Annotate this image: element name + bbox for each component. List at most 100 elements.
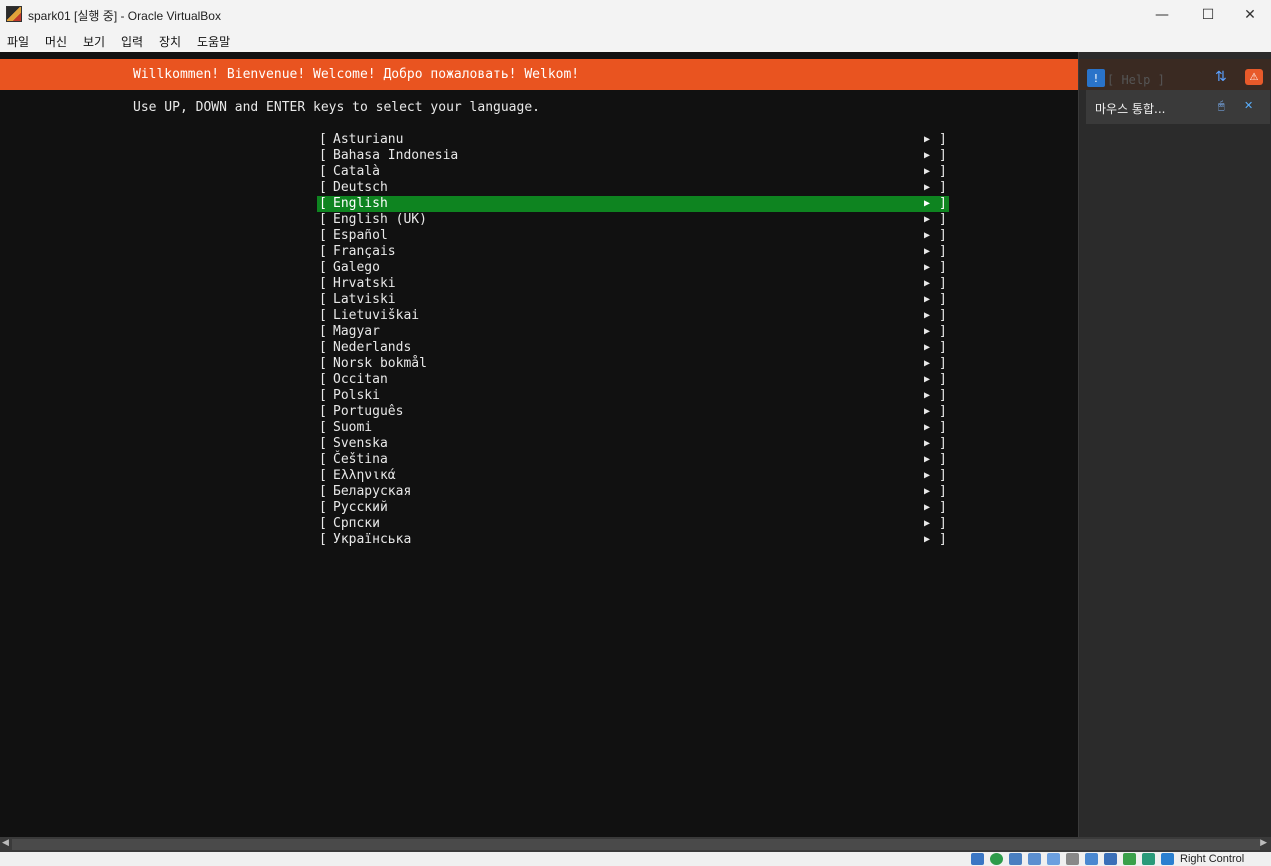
menu-file[interactable]: 파일 [7, 33, 29, 50]
language-option[interactable]: [Español ▶] [317, 228, 949, 244]
language-option[interactable]: [Galego ▶] [317, 260, 949, 276]
scroll-left-icon[interactable]: ◀ [2, 838, 9, 848]
submenu-arrow-icon: ▶ [924, 358, 931, 369]
menu-view[interactable]: 보기 [83, 33, 105, 50]
language-label: Српски [333, 516, 380, 531]
language-option[interactable]: [Lietuviškai ▶] [317, 308, 949, 324]
left-bracket: [ [319, 436, 327, 451]
left-bracket: [ [319, 180, 327, 195]
audio-icon[interactable] [1009, 853, 1022, 865]
language-option[interactable]: [Occitan ▶] [317, 372, 949, 388]
mouse-integration-icon[interactable] [1142, 853, 1155, 865]
mouse-integration-notification[interactable]: 마우스 통합... 🖱 ✕ [1086, 90, 1270, 124]
left-bracket: [ [319, 420, 327, 435]
network-icon[interactable] [1028, 853, 1041, 865]
language-option[interactable]: [Беларуская ▶] [317, 484, 949, 500]
submenu-arrow-icon: ▶ [924, 518, 931, 529]
cpu-icon[interactable] [1123, 853, 1136, 865]
ghost-help-text: [ Help ] [1107, 73, 1165, 87]
right-bracket: ] [939, 420, 947, 435]
language-label: Español [333, 228, 388, 243]
right-bracket: ] [939, 148, 947, 163]
menu-devices[interactable]: 장치 [159, 33, 181, 50]
optical-drive-icon[interactable] [990, 853, 1003, 865]
right-bracket: ] [939, 308, 947, 323]
language-option[interactable]: [Português ▶] [317, 404, 949, 420]
submenu-arrow-icon: ▶ [924, 438, 931, 449]
maximize-button[interactable]: ☐ [1185, 0, 1231, 30]
keyboard-icon[interactable] [1161, 853, 1174, 865]
language-option[interactable]: [Magyar ▶] [317, 324, 949, 340]
vm-display[interactable]: Willkommen! Bienvenue! Welcome! Добро по… [0, 52, 1078, 837]
usb-icon[interactable] [1047, 853, 1060, 865]
right-bracket: ] [939, 260, 947, 275]
language-label: Magyar [333, 324, 380, 339]
language-option[interactable]: [Deutsch ▶] [317, 180, 949, 196]
language-option[interactable]: [English (UK) ▶] [317, 212, 949, 228]
right-bracket: ] [939, 340, 947, 355]
right-bracket: ] [939, 356, 947, 371]
host-key-label: Right Control [1180, 853, 1245, 865]
right-bracket: ] [939, 180, 947, 195]
language-label: Русский [333, 500, 388, 515]
notification-panel: ! [ Help ] ⇅ ⚠ 마우스 통합... 🖱 ✕ [1078, 52, 1271, 837]
language-option[interactable]: [Polski ▶] [317, 388, 949, 404]
language-option[interactable]: [Svenska ▶] [317, 436, 949, 452]
scrollbar-thumb[interactable] [12, 839, 1260, 850]
submenu-arrow-icon: ▶ [924, 390, 931, 401]
language-option[interactable]: [Français ▶] [317, 244, 949, 260]
right-bracket: ] [939, 452, 947, 467]
left-bracket: [ [319, 452, 327, 467]
shared-folders-icon[interactable] [1066, 853, 1079, 865]
submenu-arrow-icon: ▶ [924, 470, 931, 481]
language-option[interactable]: [Latviski ▶] [317, 292, 949, 308]
language-option[interactable]: [Српски ▶] [317, 516, 949, 532]
right-bracket: ] [939, 292, 947, 307]
left-bracket: [ [319, 324, 327, 339]
language-label: Català [333, 164, 380, 179]
horizontal-scrollbar[interactable]: ◀ ▶ [0, 837, 1271, 852]
language-option[interactable]: [Русский ▶] [317, 500, 949, 516]
menu-input[interactable]: 입력 [121, 33, 143, 50]
language-option[interactable]: [Bahasa Indonesia ▶] [317, 148, 949, 164]
left-bracket: [ [319, 340, 327, 355]
recording-icon[interactable] [1104, 853, 1117, 865]
mouse-pointer-icon[interactable]: 🖱 [1218, 99, 1225, 113]
language-option[interactable]: [Українська ▶] [317, 532, 949, 548]
hard-disk-icon[interactable] [971, 853, 984, 865]
menu-bar: 파일 머신 보기 입력 장치 도움말 [0, 30, 1271, 52]
dismiss-icon[interactable]: ✕ [1244, 99, 1253, 112]
submenu-arrow-icon: ▶ [924, 278, 931, 289]
notification-header: ! [ Help ] ⇅ ⚠ [1079, 59, 1271, 90]
virtualbox-app-icon [6, 6, 22, 22]
right-bracket: ] [939, 212, 947, 227]
warning-icon[interactable]: ⚠ [1245, 69, 1263, 85]
language-option[interactable]: [Català ▶] [317, 164, 949, 180]
language-option[interactable]: [Čeština ▶] [317, 452, 949, 468]
menu-help[interactable]: 도움말 [197, 33, 230, 50]
minimize-button[interactable]: — [1139, 0, 1185, 30]
left-bracket: [ [319, 500, 327, 515]
language-option[interactable]: [Asturianu ▶] [317, 132, 949, 148]
right-bracket: ] [939, 164, 947, 179]
sort-icon[interactable]: ⇅ [1215, 69, 1227, 85]
menu-machine[interactable]: 머신 [45, 33, 67, 50]
display-icon[interactable] [1085, 853, 1098, 865]
language-option[interactable]: [Ελληνικά ▶] [317, 468, 949, 484]
language-option[interactable]: [Hrvatski ▶] [317, 276, 949, 292]
right-bracket: ] [939, 324, 947, 339]
submenu-arrow-icon: ▶ [924, 486, 931, 497]
language-option[interactable]: [Suomi ▶] [317, 420, 949, 436]
close-button[interactable]: ✕ [1227, 0, 1271, 30]
left-bracket: [ [319, 356, 327, 371]
left-bracket: [ [319, 228, 327, 243]
scroll-right-icon[interactable]: ▶ [1260, 838, 1267, 848]
language-option[interactable]: [English ▶] [317, 196, 949, 212]
notification-icon[interactable]: ! [1087, 69, 1105, 87]
left-bracket: [ [319, 484, 327, 499]
language-option[interactable]: [Nederlands ▶] [317, 340, 949, 356]
left-bracket: [ [319, 276, 327, 291]
language-option[interactable]: [Norsk bokmål ▶] [317, 356, 949, 372]
submenu-arrow-icon: ▶ [924, 406, 931, 417]
submenu-arrow-icon: ▶ [924, 166, 931, 177]
